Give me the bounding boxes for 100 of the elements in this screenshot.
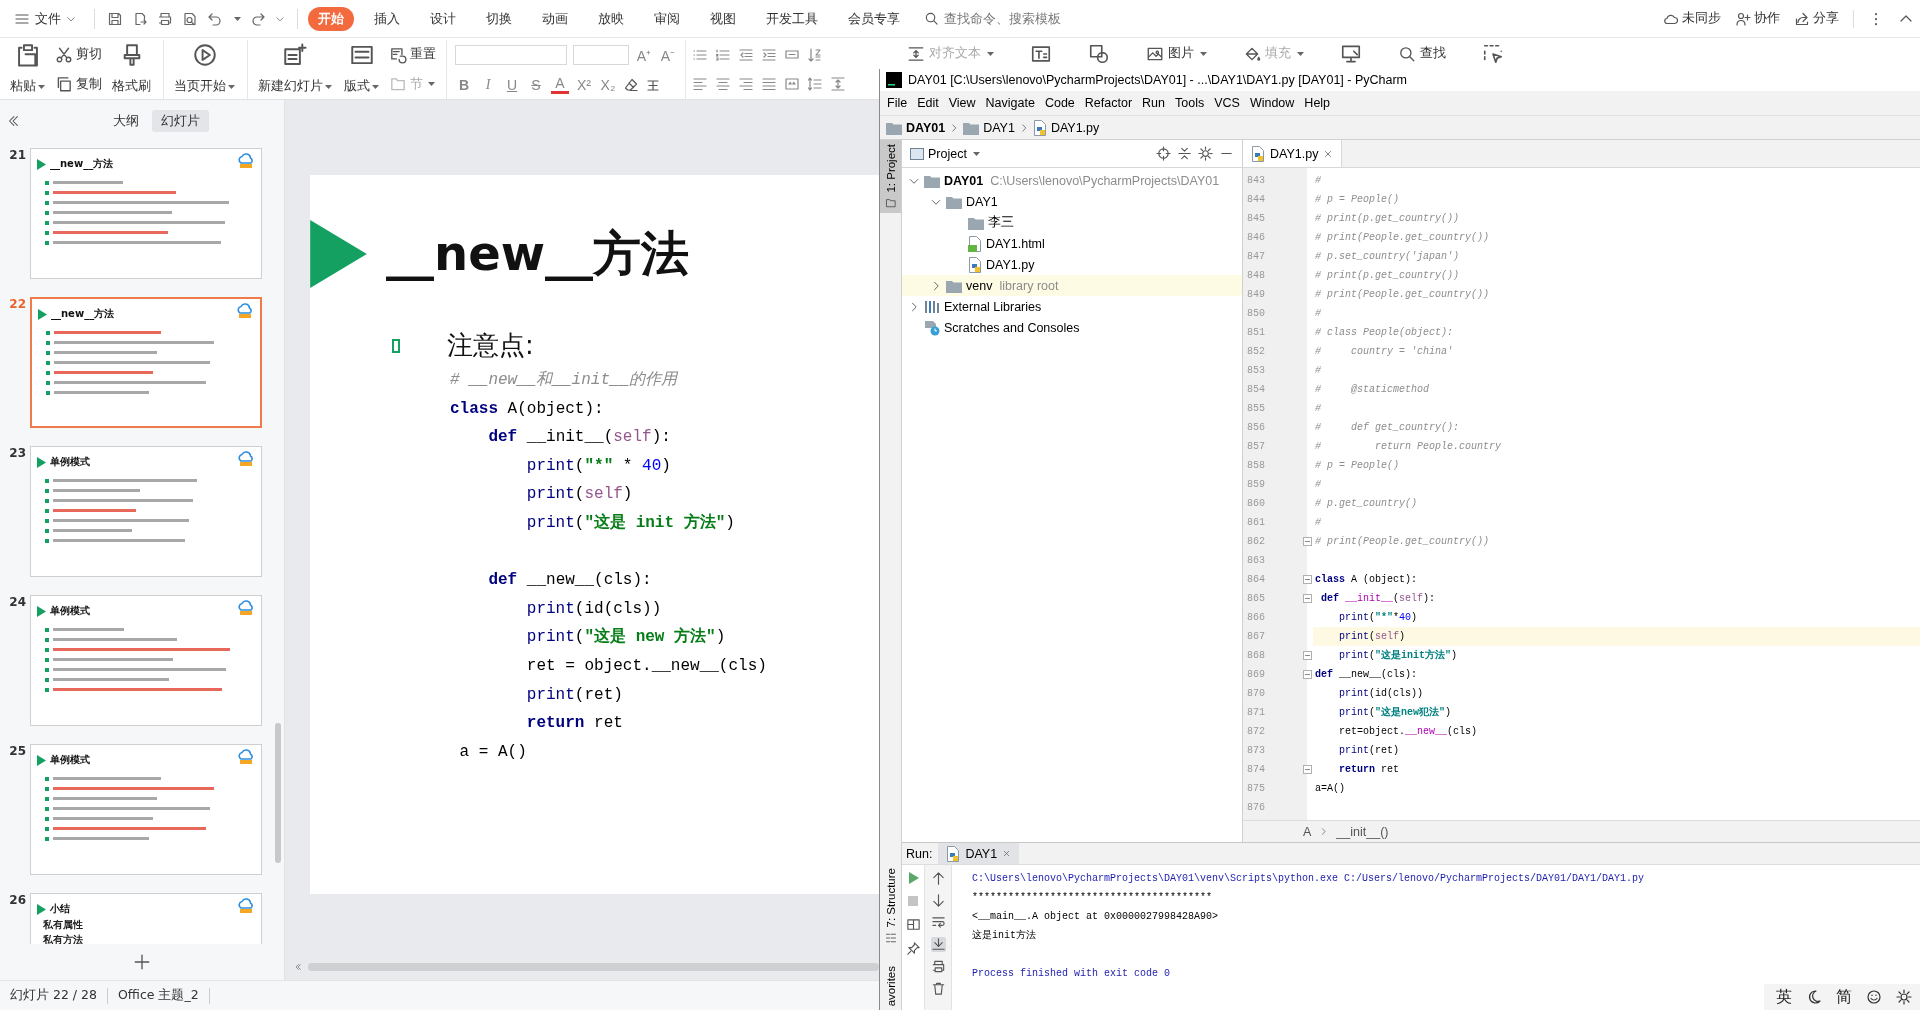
menu-item[interactable]: Help: [1299, 94, 1336, 112]
tree-item[interactable]: Scratches and Consoles: [902, 317, 1242, 338]
menu-item[interactable]: File: [882, 94, 913, 112]
layout-icon[interactable]: [905, 917, 921, 932]
menu-item[interactable]: VCS: [1209, 94, 1245, 112]
locate-icon[interactable]: [1156, 146, 1171, 161]
tree-item[interactable]: DAY1.html: [902, 233, 1242, 254]
tree-item[interactable]: DAY1: [902, 191, 1242, 212]
fold-icon[interactable]: [1302, 765, 1312, 774]
line-spacing-icon[interactable]: [807, 76, 823, 93]
breadcrumb[interactable]: __init__(): [1336, 824, 1389, 839]
menu-item[interactable]: Code: [1039, 94, 1080, 112]
format-painter-button[interactable]: 格式刷: [110, 40, 153, 99]
slide-thumbnail[interactable]: 单例模式: [30, 595, 262, 726]
language-toggle[interactable]: 英: [1776, 986, 1792, 1008]
fold-icon[interactable]: [1302, 651, 1312, 660]
ribbon-tab[interactable]: 开发工具: [756, 6, 828, 31]
menu-item[interactable]: Navigate: [980, 94, 1040, 112]
menu-item[interactable]: Tools: [1170, 94, 1210, 112]
print-icon[interactable]: [930, 959, 946, 974]
collapse-all-icon[interactable]: [1177, 146, 1192, 161]
down-arrow-icon[interactable]: [930, 893, 946, 908]
paste-button[interactable]: 粘贴: [8, 40, 47, 99]
cloud-button[interactable]: 未同步: [1663, 10, 1721, 27]
fold-icon[interactable]: [1302, 594, 1312, 603]
panel-tab[interactable]: 大纲: [104, 110, 148, 132]
moon-icon[interactable]: [1806, 989, 1822, 1005]
text-style-button[interactable]: S: [527, 76, 545, 93]
eraser-icon[interactable]: [623, 76, 639, 93]
text-style-button[interactable]: X²: [575, 76, 593, 93]
add-slide-icon[interactable]: [133, 953, 151, 971]
font-name-field[interactable]: [455, 45, 567, 65]
slide-thumbnail[interactable]: __new__方法: [30, 148, 262, 279]
menu-item[interactable]: Refactor: [1079, 94, 1138, 112]
distribute-icon[interactable]: [784, 76, 800, 93]
save-icon[interactable]: [107, 10, 123, 27]
align-right-icon[interactable]: [738, 76, 754, 93]
align-left-icon[interactable]: [692, 76, 708, 93]
settings-icon[interactable]: [1198, 146, 1213, 161]
script-toggle[interactable]: 简: [1836, 986, 1852, 1008]
selection-icon[interactable]: [1482, 42, 1504, 65]
reset-button[interactable]: 重置: [389, 45, 436, 64]
ribbon-tab[interactable]: 审阅: [644, 6, 690, 31]
breadcrumb[interactable]: DAY1: [963, 120, 1015, 135]
slide-thumbnail[interactable]: __new__方法: [30, 297, 262, 428]
align-center-icon[interactable]: [715, 76, 731, 93]
print-icon[interactable]: [157, 10, 173, 27]
menu-item[interactable]: Run: [1137, 94, 1170, 112]
text-style-button[interactable]: I: [479, 76, 497, 93]
up-arrow-icon[interactable]: [930, 871, 946, 886]
ribbon-tab[interactable]: 放映: [588, 6, 634, 31]
indent-icon[interactable]: [761, 46, 777, 63]
find-button[interactable]: 查找: [1398, 44, 1446, 63]
sort-icon[interactable]: [807, 46, 823, 63]
ribbon-tab[interactable]: 切换: [476, 6, 522, 31]
print-preview-icon[interactable]: [182, 10, 198, 27]
menu-item[interactable]: Window: [1244, 94, 1300, 112]
fold-icon[interactable]: [1302, 537, 1312, 546]
export-icon[interactable]: [132, 10, 148, 27]
slide-thumbnail[interactable]: 小结 私有属性 私有方法: [30, 893, 262, 944]
scroll-left-icon[interactable]: [294, 963, 302, 971]
tree-item[interactable]: DAY1.py: [902, 254, 1242, 275]
smiley-icon[interactable]: [1866, 989, 1882, 1005]
font-size-button[interactable]: A⁺: [635, 45, 653, 65]
text-style-button[interactable]: A: [551, 75, 569, 94]
menu-item[interactable]: View: [943, 94, 981, 112]
ribbon-tab[interactable]: 设计: [420, 6, 466, 31]
picture-button[interactable]: 图片: [1146, 44, 1207, 63]
share-button[interactable]: 分享: [1794, 10, 1839, 27]
search-field[interactable]: 查找命令、搜索模板: [942, 10, 1074, 27]
paragraph-spacing-icon[interactable]: [830, 76, 846, 93]
trash-icon[interactable]: [930, 981, 946, 996]
tree-item[interactable]: External Libraries: [902, 296, 1242, 317]
outdent-icon[interactable]: [738, 46, 754, 63]
text-style-button[interactable]: B: [455, 76, 473, 93]
justify-icon[interactable]: [761, 76, 777, 93]
tree-item[interactable]: DAY01 C:\Users\lenovo\PycharmProjects\DAY01: [902, 170, 1242, 191]
cut-button[interactable]: 剪切: [55, 45, 102, 64]
tool-window-tab[interactable]: avorites: [880, 961, 901, 1010]
panel-tab[interactable]: 幻灯片: [152, 110, 209, 132]
copy-button[interactable]: 复制: [55, 75, 102, 94]
editor-tab[interactable]: DAY1.py: [1243, 140, 1343, 167]
tree-item[interactable]: venv library root: [902, 275, 1242, 296]
tool-window-tab[interactable]: 1: Project: [880, 140, 901, 213]
fold-icon[interactable]: [1302, 575, 1312, 584]
scroll-to-end-icon[interactable]: [930, 937, 946, 952]
settings-icon[interactable]: [1896, 989, 1912, 1005]
scrollbar-thumb[interactable]: [308, 963, 879, 971]
text-style-button[interactable]: U: [503, 76, 521, 93]
breadcrumb[interactable]: DAY1.py: [1032, 119, 1100, 136]
text-style-button[interactable]: X₂: [599, 76, 617, 93]
tree-item[interactable]: 李三: [902, 212, 1242, 233]
new-slide-button[interactable]: 新建幻灯片: [256, 40, 334, 99]
run-icon[interactable]: [906, 871, 920, 885]
ribbon-tab[interactable]: 插入: [364, 6, 410, 31]
scrollbar-thumb[interactable]: [274, 723, 281, 863]
menu-item[interactable]: Edit: [912, 94, 944, 112]
project-view-dropdown[interactable]: Project: [910, 146, 980, 161]
slideshow-button[interactable]: 当页开始: [172, 40, 237, 99]
breadcrumb[interactable]: DAY01: [886, 120, 946, 135]
